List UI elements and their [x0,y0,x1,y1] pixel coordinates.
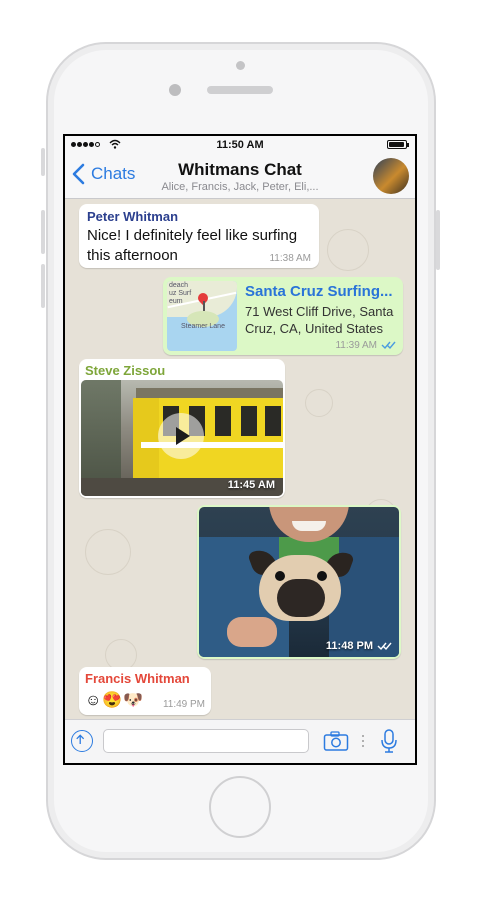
image-bubble[interactable]: 11:48 PM [197,505,401,659]
person-smile [292,521,326,531]
map-label: eum [169,298,183,305]
wallpaper-doodle [85,529,131,575]
sender-name: Peter Whitman [87,209,179,224]
emoji-text: ☺😍🐶 [85,692,145,709]
home-button[interactable] [209,776,271,838]
upload-icon[interactable] [71,730,93,752]
volume-down-button [41,264,45,308]
chat-participants: Alice, Francis, Jack, Peter, Eli,... [161,181,319,193]
map-label: uz Surf [169,290,192,297]
address-line: 71 West Cliff Drive, Santa [245,304,394,319]
tram-window [265,406,281,436]
message-text: Nice! I definitely feel like surfing [87,227,298,244]
map-label: Steamer Lane [181,323,225,330]
delivered-receipt-icon [377,642,392,651]
message-text: this afternoon [87,247,178,264]
dog-eye [317,571,327,581]
battery-icon [387,140,409,149]
message-input[interactable] [103,729,309,753]
dog-eye [275,571,285,581]
camera-icon[interactable] [323,730,349,752]
video-thumbnail[interactable]: 11:45 AM [81,380,283,496]
message-bubble[interactable]: Peter Whitman Nice! I definitely feel li… [79,204,319,268]
tram-window [215,406,231,436]
chat-header: Chats Whitmans Chat Alice, Francis, Jack… [65,154,415,199]
front-camera [236,61,245,70]
dog-muzzle [277,579,325,617]
wallpaper-doodle [305,389,333,417]
arrow-up-icon [76,734,85,744]
earpiece-speaker [207,86,273,94]
location-address: 71 West Cliff Drive, Santa Cruz, CA, Uni… [245,303,399,337]
composer-bar [65,719,415,763]
photo-thumbnail[interactable]: 11:48 PM [199,507,399,657]
microphone-icon[interactable] [380,728,398,754]
mute-switch [41,148,45,176]
message-time: 11:48 PM [325,640,373,652]
sender-name: Steve Zissou [85,363,166,378]
volume-up-button [41,210,45,254]
play-icon[interactable] [158,413,204,459]
map-label: deach [169,282,189,289]
group-avatar[interactable] [373,158,409,194]
hand [227,617,277,647]
tram-window [241,406,257,436]
map-thumbnail[interactable]: deach uz Surf eum Steamer Lane [167,281,237,351]
message-bubble[interactable]: Francis Whitman ☺😍🐶 11:49 PM [79,667,211,715]
phone-screen: 11:50 AM Chats Whitmans Chat Alice, Fran… [63,134,417,765]
message-list[interactable]: Peter Whitman Nice! I definitely feel li… [65,199,415,719]
message-time: 11:49 PM [162,699,205,710]
tram-front [133,398,159,478]
wallpaper-doodle [327,229,369,271]
address-line: Cruz, CA, United States [245,321,383,336]
message-time: 11:38 AM [269,253,311,264]
separator-dots-icon [362,735,364,747]
map-pin-stem [203,301,205,311]
message-time: 11:39 AM [335,340,377,351]
location-title[interactable]: Santa Cruz Surfing... [245,283,395,300]
read-receipt-icon [381,341,396,350]
message-time: 11:45 AM [227,479,275,491]
status-bar: 11:50 AM [65,136,415,154]
video-bubble[interactable]: Steve Zissou 11:45 AM [79,359,285,498]
sender-name: Francis Whitman [85,671,190,686]
chat-title[interactable]: Whitmans Chat [65,160,415,180]
location-bubble[interactable]: deach uz Surf eum Steamer Lane Santa Cru… [163,277,403,355]
power-button [436,210,440,270]
status-time: 11:50 AM [216,139,264,151]
proximity-sensor [169,84,181,96]
